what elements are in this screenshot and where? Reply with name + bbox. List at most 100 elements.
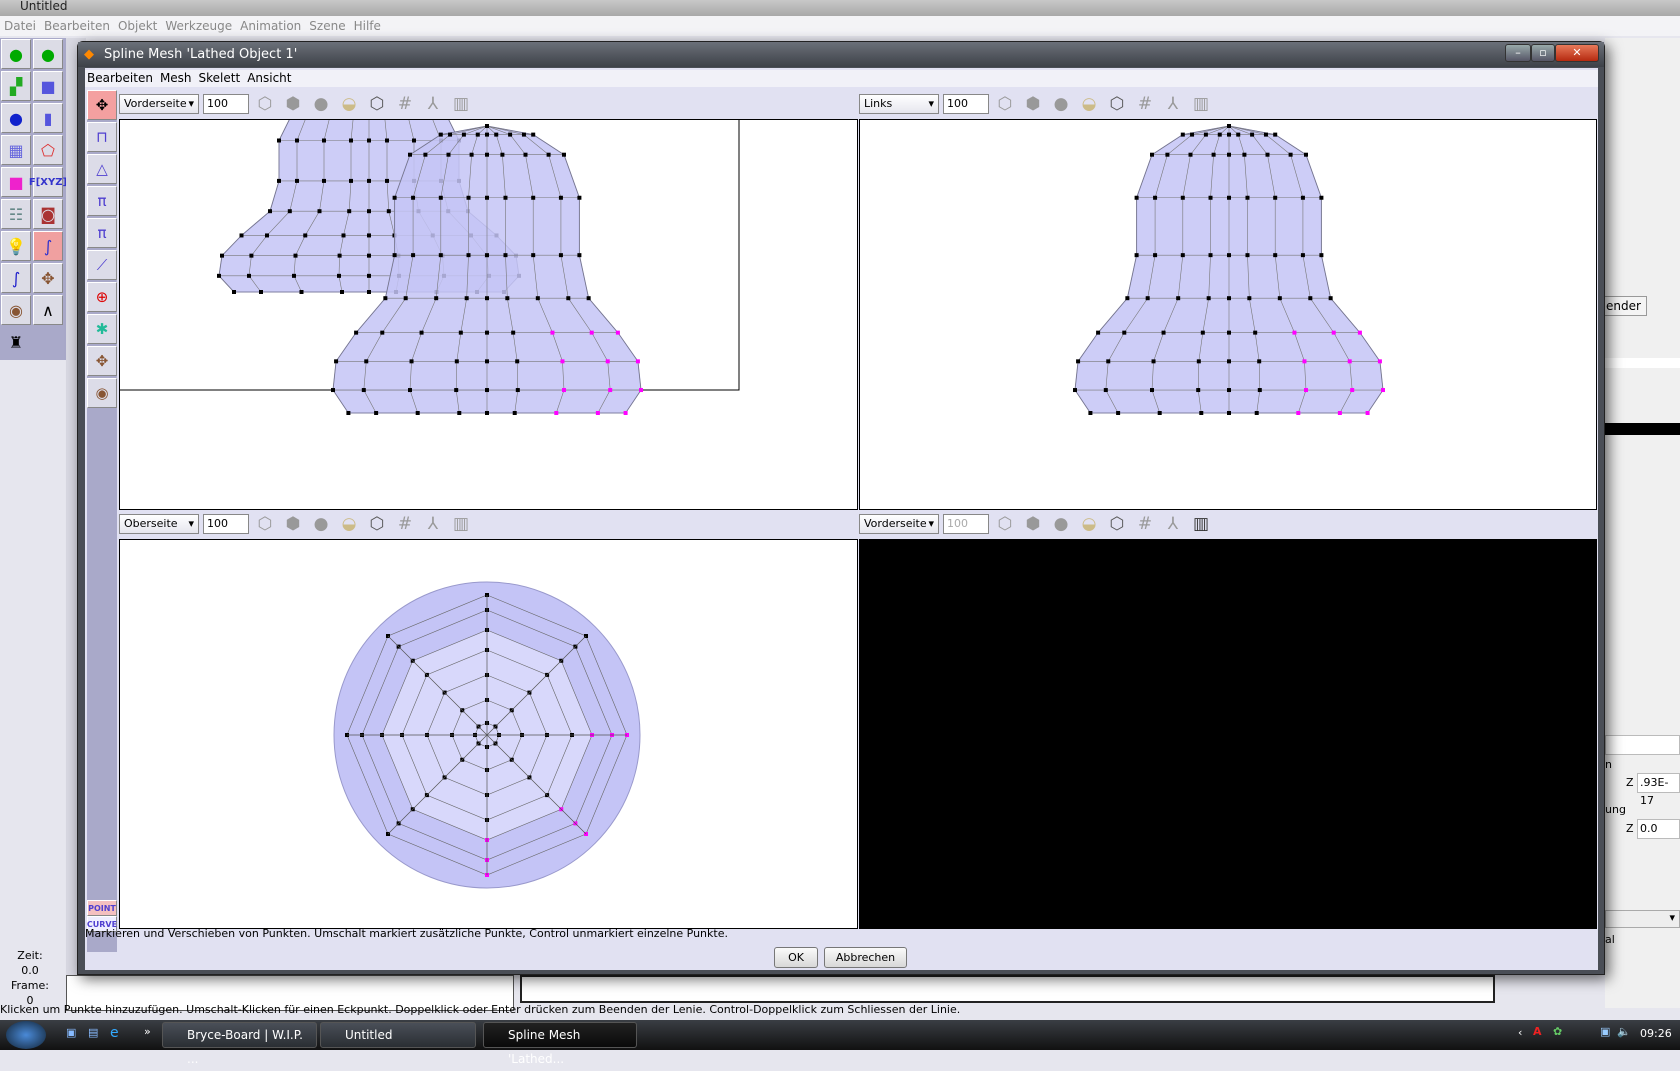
move-view-icon[interactable]: ✥ xyxy=(33,263,63,293)
grid-icon[interactable]: # xyxy=(1133,93,1157,115)
box-icon[interactable]: ⬡ xyxy=(1105,513,1129,535)
shaded-sphere-icon[interactable]: ● xyxy=(309,93,333,115)
bars-icon[interactable]: ▥ xyxy=(1189,513,1213,535)
material-dropdown[interactable]: ▾ xyxy=(1605,910,1680,928)
scale-points-icon[interactable]: ⊓ xyxy=(87,122,117,152)
z-position-field[interactable]: .93E-17 xyxy=(1637,773,1680,807)
textured-sphere-icon[interactable]: ◒ xyxy=(1077,513,1101,535)
axes-icon[interactable]: ⅄ xyxy=(1161,513,1185,535)
viewport-front[interactable] xyxy=(119,119,858,510)
shaded-sphere-icon[interactable]: ● xyxy=(1049,513,1073,535)
solid-cube-icon[interactable]: ⬢ xyxy=(1021,93,1045,115)
menu-mesh[interactable]: Mesh xyxy=(160,71,192,85)
front-view-mesh[interactable] xyxy=(120,120,858,510)
name-field[interactable] xyxy=(1605,735,1680,755)
squeeze-icon[interactable]: π xyxy=(87,218,117,248)
view-select[interactable]: Oberseite xyxy=(119,514,199,534)
minimize-button[interactable]: – xyxy=(1505,44,1531,62)
bars-icon[interactable]: ▥ xyxy=(449,513,473,535)
box-icon[interactable]: ⬡ xyxy=(1105,93,1129,115)
viewport-top[interactable] xyxy=(119,539,858,929)
menu-objekt[interactable]: Objekt xyxy=(118,19,157,33)
more-quicklaunch-icon[interactable]: » xyxy=(144,1025,151,1038)
view-select[interactable]: Vorderseite xyxy=(119,94,199,114)
polygon-icon[interactable]: ⬠ xyxy=(33,135,63,165)
select-move-points-icon[interactable]: ✥ xyxy=(87,90,117,120)
pink-cube-icon[interactable]: ■ xyxy=(1,167,31,197)
solid-cube-icon[interactable]: ⬢ xyxy=(1021,513,1045,535)
grid-icon[interactable]: # xyxy=(393,513,417,535)
zoom-field[interactable]: 100 xyxy=(943,94,989,114)
ie-icon[interactable]: e xyxy=(110,1025,119,1041)
wireframe-cube-icon[interactable]: ⬡ xyxy=(253,513,277,535)
antivirus-icon[interactable]: A xyxy=(1533,1025,1542,1038)
light-icon[interactable]: 💡 xyxy=(1,231,31,261)
box-icon[interactable]: ⬡ xyxy=(365,513,389,535)
shaded-sphere-icon[interactable]: ● xyxy=(309,513,333,535)
dialog-title-bar[interactable]: ◆ Spline Mesh 'Lathed Object 1' – ▫ ✕ xyxy=(78,42,1604,67)
bars-icon[interactable]: ▥ xyxy=(1189,93,1213,115)
shaded-sphere-icon[interactable]: ● xyxy=(1049,93,1073,115)
tray-app-icon[interactable]: ✿ xyxy=(1553,1025,1562,1038)
sphere-icon[interactable]: ● xyxy=(1,103,31,133)
textured-sphere-icon[interactable]: ◒ xyxy=(1077,93,1101,115)
menu-animation[interactable]: Animation xyxy=(240,19,301,33)
cancel-button[interactable]: Abbrechen xyxy=(824,947,907,968)
menu-werkzeuge[interactable]: Werkzeuge xyxy=(165,19,232,33)
viewport-perspective[interactable] xyxy=(859,539,1597,929)
skeleton-icon[interactable]: ✱ xyxy=(87,314,117,344)
grid-icon[interactable]: # xyxy=(1133,513,1157,535)
zoom-field[interactable]: 100 xyxy=(203,514,249,534)
rotate-object-icon[interactable]: ● xyxy=(33,39,63,69)
axes-icon[interactable]: ⅄ xyxy=(421,93,445,115)
textured-sphere-icon[interactable]: ◒ xyxy=(337,513,361,535)
mesh-grid-icon[interactable]: ▦ xyxy=(1,135,31,165)
wireframe-cube-icon[interactable]: ⬡ xyxy=(253,93,277,115)
view-select[interactable]: Vorderseite xyxy=(859,514,939,534)
menu-datei[interactable]: Datei xyxy=(4,19,36,33)
render-button[interactable]: ender xyxy=(1603,296,1647,316)
taskbar-item-untitled[interactable]: Untitled xyxy=(320,1022,476,1048)
pan-view-icon[interactable]: ✥ xyxy=(87,346,117,376)
textured-sphere-icon[interactable]: ◒ xyxy=(337,93,361,115)
close-button[interactable]: ✕ xyxy=(1555,44,1599,62)
hierarchy-icon[interactable]: ☷ xyxy=(1,199,31,229)
cylinder-icon[interactable]: ▮ xyxy=(33,103,63,133)
view-select[interactable]: Links xyxy=(859,94,939,114)
axes-icon[interactable]: ⅄ xyxy=(421,513,445,535)
menu-bearbeiten[interactable]: Bearbeiten xyxy=(87,71,153,85)
menu-szene[interactable]: Szene xyxy=(309,19,345,33)
bend-icon[interactable]: ⟋ xyxy=(87,250,117,280)
solid-cube-icon[interactable]: ⬢ xyxy=(281,513,305,535)
taskbar-item-spline-mesh[interactable]: Spline Mesh 'Lathed... xyxy=(483,1022,637,1066)
z-rotation-field[interactable]: 0.0 xyxy=(1637,819,1680,839)
menu-hilfe[interactable]: Hilfe xyxy=(354,19,381,33)
top-view-mesh[interactable] xyxy=(120,540,858,929)
rotate-sphere-icon[interactable]: ⊕ xyxy=(87,282,117,312)
move-bones-icon[interactable]: π xyxy=(87,186,117,216)
rotate-points-icon[interactable]: △ xyxy=(87,154,117,184)
volume-icon[interactable]: 🔈 xyxy=(1617,1025,1631,1038)
menu-bearbeiten[interactable]: Bearbeiten xyxy=(44,19,110,33)
box-icon[interactable]: ⬡ xyxy=(365,93,389,115)
point-mode-button[interactable]: POINT xyxy=(87,900,117,916)
function-icon[interactable]: F[XYZ] xyxy=(29,167,67,197)
show-desktop-icon[interactable]: ▣ xyxy=(66,1026,76,1039)
spline-icon[interactable]: ∫ xyxy=(33,231,63,261)
left-view-mesh[interactable] xyxy=(860,120,1597,510)
switch-windows-icon[interactable]: ▤ xyxy=(88,1026,98,1039)
cube-icon[interactable]: ■ xyxy=(33,71,63,101)
angle-icon[interactable]: ∧ xyxy=(33,295,63,325)
bars-icon[interactable]: ▥ xyxy=(449,93,473,115)
plane-icon[interactable]: ▞ xyxy=(1,71,31,101)
network-icon[interactable]: ▣ xyxy=(1600,1025,1610,1038)
tray-expand-icon[interactable]: ‹ xyxy=(1518,1026,1522,1039)
curve-icon[interactable]: ∫ xyxy=(1,263,31,293)
taskbar-item-bryce-board[interactable]: Bryce-Board | W.I.P. ... xyxy=(162,1022,317,1066)
wireframe-cube-icon[interactable]: ⬡ xyxy=(993,93,1017,115)
solid-cube-icon[interactable]: ⬢ xyxy=(281,93,305,115)
orbit-view-icon[interactable]: ◉ xyxy=(87,378,117,408)
axes-icon[interactable]: ⅄ xyxy=(1161,93,1185,115)
maximize-button[interactable]: ▫ xyxy=(1531,44,1555,62)
start-button[interactable] xyxy=(6,1021,46,1049)
